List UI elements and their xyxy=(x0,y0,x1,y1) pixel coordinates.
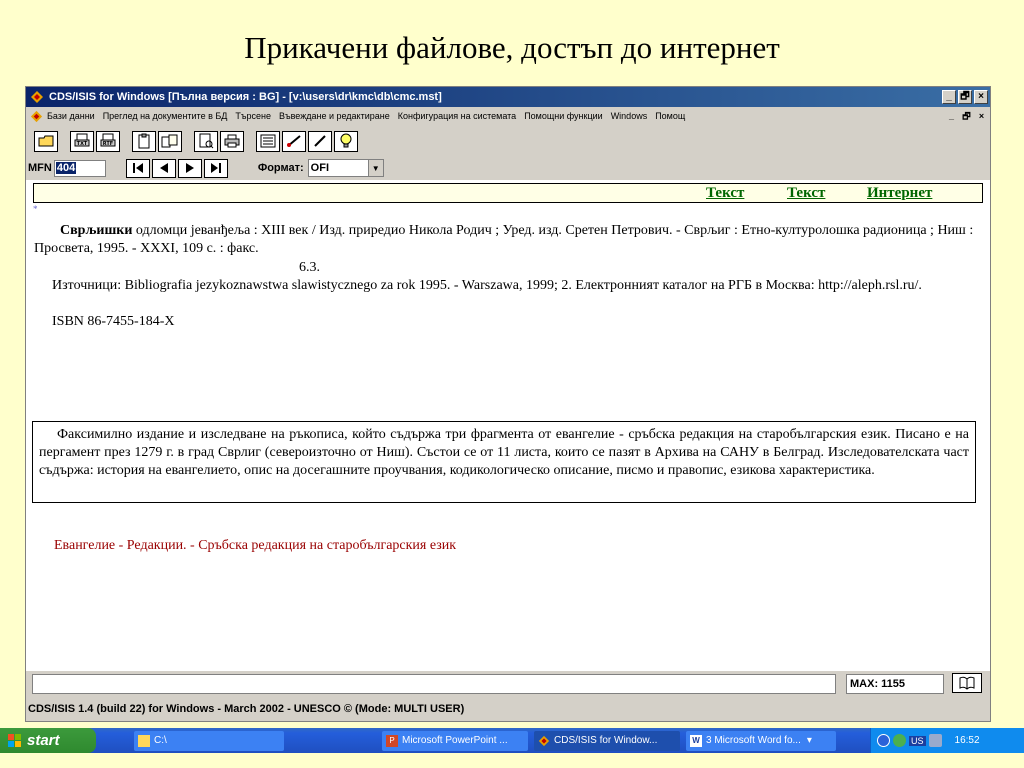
preview-icon[interactable] xyxy=(194,130,218,152)
subject-heading[interactable]: Евангелие - Редакции. - Сръбска редакция… xyxy=(54,538,456,554)
max-mfn-field: MAX: 1155 xyxy=(846,674,944,694)
network-icon[interactable] xyxy=(928,734,942,747)
format-value: OFI xyxy=(310,162,330,174)
status-field xyxy=(32,674,836,694)
bibliographic-description: Сврљишки одломци јеванђеља : XIII век / … xyxy=(34,222,979,258)
close-button[interactable]: × xyxy=(974,90,988,104)
menu-search[interactable]: Търсене xyxy=(235,111,271,121)
task-powerpoint[interactable]: P Microsoft PowerPoint ... xyxy=(382,730,528,751)
cds-isis-task-icon xyxy=(538,735,550,747)
classification: 6.3. xyxy=(299,260,320,275)
next-record-button[interactable] xyxy=(177,158,202,178)
clipboard-icon[interactable] xyxy=(132,130,156,152)
mdi-minimize-button[interactable]: _ xyxy=(945,110,958,122)
taskbar: start C:\ P Microsoft PowerPoint ... CDS… xyxy=(0,728,1024,753)
task-word-label: 3 Microsoft Word fo... xyxy=(706,735,801,746)
cds-isis-window: CDS/ISIS for Windows [Пълна версия : BG]… xyxy=(25,86,991,722)
open-folder-icon[interactable] xyxy=(34,130,58,152)
window-titlebar[interactable]: CDS/ISIS for Windows [Пълна версия : BG]… xyxy=(26,87,990,107)
prev-record-button[interactable] xyxy=(151,158,176,178)
cds-isis-app-icon xyxy=(31,91,43,103)
svg-text:RTF: RTF xyxy=(103,141,113,147)
windows-logo-icon xyxy=(8,733,21,747)
start-button[interactable]: start xyxy=(0,728,96,753)
toolbar: TXT RTF xyxy=(26,127,990,155)
record-title-rest: одломци јеванђеља : XIII век / Изд. прир… xyxy=(34,223,974,256)
task-powerpoint-label: Microsoft PowerPoint ... xyxy=(402,735,508,746)
menu-utilities[interactable]: Помощни функции xyxy=(524,111,603,121)
task-cds-isis[interactable]: CDS/ISIS for Window... xyxy=(534,730,680,751)
folder-icon xyxy=(138,734,150,747)
svg-text:TXT: TXT xyxy=(77,141,88,147)
tray-arrow-icon[interactable] xyxy=(877,734,890,747)
mfn-value: 404 xyxy=(55,162,77,174)
format-label: Формат: xyxy=(257,162,304,174)
version-status: CDS/ISIS 1.4 (build 22) for Windows - Ma… xyxy=(28,703,465,715)
slide-title: Прикачени файлове, достъп до интернет xyxy=(244,30,780,65)
mdi-restore-button[interactable]: 🗗 xyxy=(960,110,973,122)
book-icon[interactable] xyxy=(952,673,982,693)
first-record-button[interactable] xyxy=(125,158,150,178)
record-marker: * xyxy=(33,204,38,214)
sources-note: Източници: Bibliografia jezykoznawstwa s… xyxy=(52,278,922,293)
lightbulb-icon[interactable] xyxy=(334,130,358,152)
pencil-icon[interactable] xyxy=(308,130,332,152)
mfn-label: MFN xyxy=(28,162,52,174)
task-explorer[interactable]: C:\ xyxy=(134,730,284,751)
clock[interactable]: 16:52 xyxy=(955,735,980,746)
internet-link[interactable]: Интернет xyxy=(867,185,932,202)
chevron-down-icon: ▾ xyxy=(806,735,812,746)
system-tray: US 16:52 xyxy=(870,728,1024,753)
text-link-1[interactable]: Текст xyxy=(706,185,744,202)
tray-check-icon[interactable] xyxy=(893,734,906,747)
menu-configuration[interactable]: Конфигурация на системата xyxy=(398,111,516,121)
print-rtf-icon[interactable]: RTF xyxy=(96,130,120,152)
form-icon[interactable] xyxy=(256,130,280,152)
language-indicator[interactable]: US xyxy=(909,735,926,746)
task-cds-isis-label: CDS/ISIS for Window... xyxy=(554,735,658,746)
brush-icon[interactable] xyxy=(282,130,306,152)
record-title-bold: Сврљишки xyxy=(60,223,133,238)
format-select[interactable]: OFI ▼ xyxy=(307,159,384,177)
mdi-close-button[interactable]: × xyxy=(975,110,988,122)
text-link-2[interactable]: Текст xyxy=(787,185,825,202)
menu-browse-documents[interactable]: Преглед на документите в БД xyxy=(103,111,228,121)
menu-edit[interactable]: Въвеждане и редактиране xyxy=(279,111,390,121)
isbn: ISBN 86-7455-184-X xyxy=(52,314,175,329)
task-word[interactable]: W 3 Microsoft Word fo... ▾ xyxy=(686,730,836,751)
print-txt-icon[interactable]: TXT xyxy=(70,130,94,152)
menu-help[interactable]: Помощ xyxy=(655,111,685,121)
printer-icon[interactable] xyxy=(220,130,244,152)
abstract-box: Факсимилно издание и изследване на ръкоп… xyxy=(32,421,976,503)
record-display: Текст Текст Интернет * Сврљишки одломци … xyxy=(26,180,990,671)
word-icon: W xyxy=(690,734,702,747)
task-explorer-label: C:\ xyxy=(154,735,167,746)
attachment-links-bar: Текст Текст Интернет xyxy=(33,183,983,203)
powerpoint-icon: P xyxy=(386,734,398,747)
mfn-input[interactable]: 404 xyxy=(53,159,106,177)
start-label: start xyxy=(27,732,60,749)
menu-bar: Бази данни Преглед на документите в БД Т… xyxy=(26,107,990,125)
copy-icon[interactable] xyxy=(158,130,182,152)
chevron-down-icon[interactable]: ▼ xyxy=(367,160,383,176)
menu-databases[interactable]: Бази данни xyxy=(47,111,95,121)
last-record-button[interactable] xyxy=(203,158,228,178)
menu-windows[interactable]: Windows xyxy=(611,111,648,121)
window-title: CDS/ISIS for Windows [Пълна версия : BG]… xyxy=(49,91,442,103)
minimize-button[interactable]: _ xyxy=(942,90,956,104)
cds-isis-menu-icon[interactable] xyxy=(30,110,43,123)
status-area: MAX: 1155 xyxy=(26,673,990,697)
mdi-controls: _ 🗗 × xyxy=(945,110,990,122)
record-navigation-bar: MFN 404 Формат: OFI ▼ xyxy=(26,157,990,179)
restore-button[interactable]: 🗗 xyxy=(958,90,972,104)
abstract-text: Факсимилно издание и изследване на ръкоп… xyxy=(39,427,969,478)
